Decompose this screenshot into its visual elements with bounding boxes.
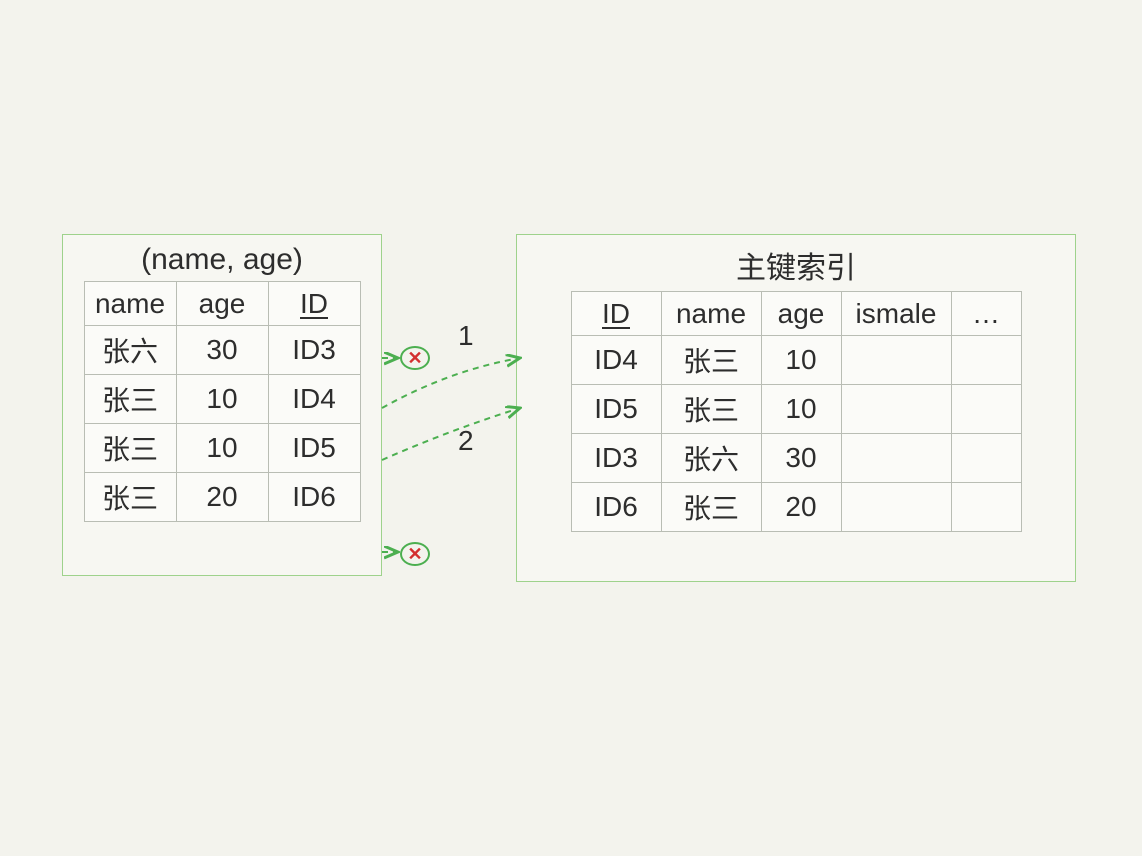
- secondary-index-box: (name, age) name age ID 张六 30 ID3 张三 10: [62, 234, 382, 576]
- table-row: 张三 20 ID6: [84, 473, 360, 522]
- cell-name: 张三: [84, 424, 176, 473]
- cell-name: 张三: [84, 473, 176, 522]
- cell-more: [951, 434, 1021, 483]
- secondary-index-table: name age ID 张六 30 ID3 张三 10 ID4 张三: [84, 281, 361, 522]
- cell-ismale: [841, 336, 951, 385]
- cell-id: ID4: [268, 375, 360, 424]
- table-row: ID5 张三 10: [571, 385, 1021, 434]
- cell-name: 张六: [661, 434, 761, 483]
- table-row: ID4 张三 10: [571, 336, 1021, 385]
- primary-index-title: 主键索引: [517, 235, 1075, 291]
- col-age-header: age: [176, 282, 268, 326]
- cell-age: 30: [176, 326, 268, 375]
- cell-more: [951, 483, 1021, 532]
- table-row: 张六 30 ID3: [84, 326, 360, 375]
- cell-more: [951, 385, 1021, 434]
- cell-age: 10: [176, 424, 268, 473]
- secondary-index-title: (name, age): [63, 235, 381, 281]
- cross-icon: ✕: [400, 346, 430, 370]
- col-age-header: age: [761, 292, 841, 336]
- cell-id: ID5: [571, 385, 661, 434]
- col-name-header: name: [84, 282, 176, 326]
- cell-name: 张三: [661, 336, 761, 385]
- primary-index-box: 主键索引 ID name age ismale … ID4 张三 10: [516, 234, 1076, 582]
- cell-id: ID6: [268, 473, 360, 522]
- cell-age: 20: [761, 483, 841, 532]
- col-more-header: …: [951, 292, 1021, 336]
- cell-age: 10: [761, 336, 841, 385]
- cell-id: ID4: [571, 336, 661, 385]
- col-id-header: ID: [571, 292, 661, 336]
- cell-id: ID6: [571, 483, 661, 532]
- diagram-stage: (name, age) name age ID 张六 30 ID3 张三 10: [0, 0, 1142, 856]
- cell-id: ID3: [268, 326, 360, 375]
- col-id-header: ID: [268, 282, 360, 326]
- cell-ismale: [841, 385, 951, 434]
- col-ismale-header: ismale: [841, 292, 951, 336]
- table-row: 张三 10 ID4: [84, 375, 360, 424]
- arrow-label-1: 1: [458, 320, 474, 352]
- col-name-header: name: [661, 292, 761, 336]
- primary-index-table: ID name age ismale … ID4 张三 10 ID5 张三: [571, 291, 1022, 532]
- cell-id: ID3: [571, 434, 661, 483]
- cell-age: 30: [761, 434, 841, 483]
- cross-icon: ✕: [400, 542, 430, 566]
- cell-name: 张三: [661, 483, 761, 532]
- table-header-row: name age ID: [84, 282, 360, 326]
- cell-age: 10: [761, 385, 841, 434]
- cell-ismale: [841, 434, 951, 483]
- table-header-row: ID name age ismale …: [571, 292, 1021, 336]
- table-row: ID3 张六 30: [571, 434, 1021, 483]
- cell-id: ID5: [268, 424, 360, 473]
- cell-age: 20: [176, 473, 268, 522]
- table-row: 张三 10 ID5: [84, 424, 360, 473]
- cell-age: 10: [176, 375, 268, 424]
- cell-ismale: [841, 483, 951, 532]
- cell-name: 张六: [84, 326, 176, 375]
- arrow-label-2: 2: [458, 425, 474, 457]
- table-row: ID6 张三 20: [571, 483, 1021, 532]
- cell-more: [951, 336, 1021, 385]
- cell-name: 张三: [661, 385, 761, 434]
- cell-name: 张三: [84, 375, 176, 424]
